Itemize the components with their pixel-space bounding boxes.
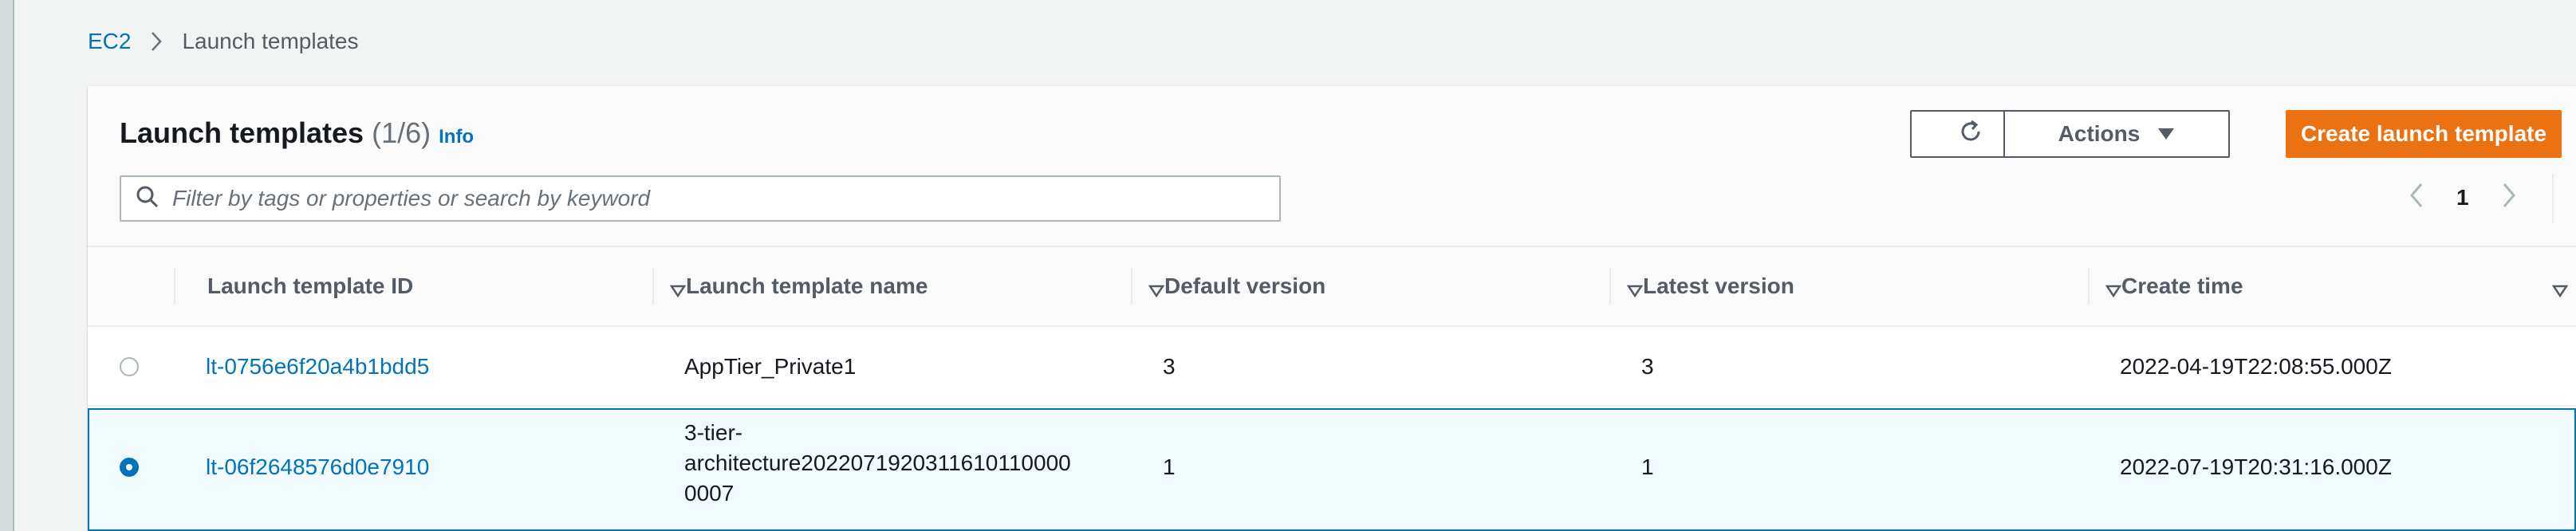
default-version: 1 — [1163, 454, 1176, 479]
column-label: Launch template ID — [207, 273, 414, 298]
refresh-icon — [1957, 118, 1984, 151]
breadcrumb-ec2-link[interactable]: EC2 — [88, 29, 131, 54]
search-input[interactable] — [171, 185, 1266, 212]
create-time: 2022-04-19T22:08:55.000Z — [2120, 354, 2392, 379]
template-name: 3-tier- architecture20220719203116101100… — [684, 418, 1071, 509]
row-select-radio[interactable] — [120, 357, 139, 376]
caret-down-icon — [2157, 128, 2175, 140]
pagination: 1 — [2409, 182, 2517, 213]
actions-label: Actions — [2058, 121, 2141, 146]
table-header: Launch template ID Launch template name … — [88, 247, 2576, 327]
template-id-link[interactable]: lt-0756e6f20a4b1bdd5 — [206, 354, 429, 380]
row-select-radio-checked[interactable] — [120, 458, 139, 477]
column-divider — [2088, 268, 2090, 305]
launch-templates-panel: Launch templates (1/6) Info Actions Crea… — [88, 86, 2576, 531]
latest-version: 3 — [1641, 354, 1654, 379]
template-id-link[interactable]: lt-06f2648576d0e7910 — [206, 454, 429, 480]
title-row: Launch templates (1/6) Info — [120, 116, 474, 150]
template-name-line: 0007 — [684, 481, 735, 505]
column-header-template-name[interactable]: Launch template name — [686, 247, 1165, 325]
actions-dropdown-button[interactable]: Actions — [2003, 110, 2230, 158]
column-header-default-version[interactable]: Default version — [1164, 247, 1644, 325]
chevron-right-icon — [150, 30, 163, 53]
create-launch-template-button[interactable]: Create launch template — [2286, 110, 2562, 158]
column-divider — [174, 268, 175, 305]
page-title: Launch templates — [120, 116, 364, 149]
column-divider — [652, 268, 654, 305]
column-label: Launch template name — [686, 273, 928, 298]
column-header-create-time[interactable]: Create time — [2121, 247, 2569, 325]
panel-header: Launch templates (1/6) Info Actions Crea… — [88, 86, 2576, 247]
info-link[interactable]: Info — [439, 126, 474, 148]
column-header-template-id[interactable]: Launch template ID — [207, 247, 687, 325]
template-name-line: architecture2022071920311610110000 — [684, 450, 1071, 475]
breadcrumb-current: Launch templates — [182, 29, 359, 53]
column-label: Create time — [2121, 273, 2243, 298]
chevron-right-icon[interactable] — [2501, 182, 2517, 213]
table-row[interactable]: lt-0756e6f20a4b1bdd5 AppTier_Private1 3 … — [88, 327, 2576, 407]
latest-version: 1 — [1641, 454, 1654, 479]
pager-divider — [2552, 174, 2554, 223]
chevron-left-icon[interactable] — [2409, 182, 2424, 213]
gear-icon[interactable] — [2573, 182, 2576, 213]
page-number[interactable]: 1 — [2456, 185, 2469, 210]
sort-caret-icon[interactable] — [1626, 277, 1644, 303]
sort-caret-icon[interactable] — [669, 277, 687, 303]
breadcrumb: EC2 Launch templates — [88, 29, 359, 54]
left-rail — [0, 0, 14, 531]
create-time: 2022-07-19T20:31:16.000Z — [2120, 454, 2392, 479]
template-name-line: 3-tier- — [684, 420, 743, 445]
column-divider — [1131, 268, 1132, 305]
sort-caret-icon[interactable] — [2105, 277, 2122, 303]
search-box — [120, 175, 1281, 222]
column-header-latest-version[interactable]: Latest version — [1643, 247, 2122, 325]
table-row-selected[interactable]: lt-06f2648576d0e7910 3-tier- architectur… — [88, 408, 2576, 531]
search-icon — [136, 185, 160, 213]
column-label: Latest version — [1643, 273, 1794, 298]
sort-caret-icon[interactable] — [1148, 277, 1165, 303]
column-divider — [1609, 268, 1611, 305]
default-version: 3 — [1163, 354, 1176, 379]
selection-count: (1/6) — [372, 116, 431, 149]
template-name: AppTier_Private1 — [684, 354, 857, 379]
column-label: Default version — [1164, 273, 1326, 298]
sort-caret-icon[interactable] — [2551, 277, 2569, 303]
